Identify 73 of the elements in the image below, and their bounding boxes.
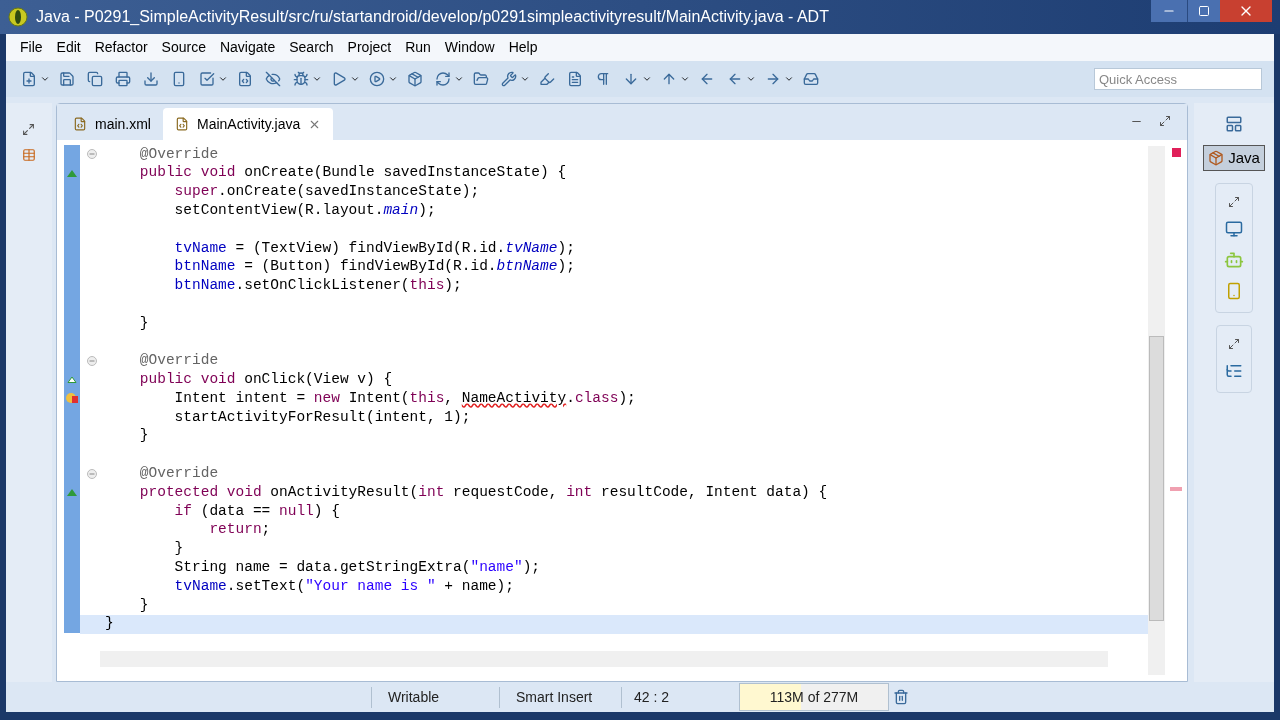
dropdown-caret-icon[interactable]: [312, 74, 322, 84]
dropdown-caret-icon[interactable]: [388, 74, 398, 84]
file-icon: [175, 117, 189, 131]
code-line: }: [104, 614, 114, 634]
menu-item[interactable]: Search: [283, 37, 340, 58]
code-line: btnName = (Button) findViewById(R.id.btnName);: [173, 257, 575, 277]
dropdown-caret-icon[interactable]: [454, 74, 464, 84]
menu-item[interactable]: Source: [155, 37, 212, 58]
menu-item[interactable]: Run: [399, 37, 437, 58]
status-text: Smart Insert: [499, 686, 621, 708]
maximize-icon[interactable]: [1159, 115, 1172, 127]
code-line: startActivityForResult(intent, 1);: [173, 407, 471, 427]
monitor-icon[interactable]: [1225, 220, 1244, 238]
dropdown-caret-icon[interactable]: [40, 74, 50, 84]
dropdown-caret-icon[interactable]: [680, 74, 690, 84]
package-icon: [1208, 150, 1225, 166]
code-line: Intent intent = new Intent(this, NameActivity.class);: [173, 388, 636, 408]
dropdown-caret-icon[interactable]: [642, 74, 652, 84]
code-line: if (data == null) {: [173, 501, 340, 521]
maximize-icon: [1198, 5, 1210, 17]
maximize-button[interactable]: [1187, 0, 1220, 22]
status-text: Writable: [371, 686, 499, 708]
code-line: protected void onActivityResult(int requestCode, int resultCode, Intent data) {: [138, 482, 828, 502]
code-line: public void onCreate(Bundle savedInstanceState) {: [138, 163, 567, 183]
menu-item[interactable]: File: [14, 37, 49, 58]
editor-tab[interactable]: MainActivity.java: [163, 108, 334, 140]
quick-access-field[interactable]: Quick Access: [1094, 68, 1262, 90]
editor-tab[interactable]: main.xml: [60, 108, 163, 140]
outline-icon[interactable]: [1225, 362, 1244, 380]
error-marker-icon: [65, 392, 78, 405]
overview-marker: [1170, 487, 1183, 491]
code-line: btnName.setOnClickListener(this);: [173, 276, 462, 296]
code-line: @Override: [138, 351, 219, 371]
code-line: String name = data.getStringExtra("name");: [173, 558, 541, 578]
code-line: public void onClick(View v) {: [138, 370, 393, 390]
vertical-scrollbar[interactable]: [1148, 146, 1166, 675]
file-icon: [72, 117, 87, 131]
code-line: }: [138, 426, 149, 446]
code-line: @Override: [138, 464, 219, 484]
code-line: super.onCreate(savedInstanceState);: [173, 182, 480, 202]
dropdown-caret-icon[interactable]: [784, 74, 794, 84]
menu-item[interactable]: Edit: [50, 37, 87, 58]
restore-icon[interactable]: [1228, 338, 1241, 350]
code-line: return;: [208, 520, 271, 540]
restore-icon[interactable]: [22, 123, 36, 136]
code-line: }: [138, 595, 149, 615]
code-line: }: [173, 539, 184, 559]
override-marker-icon: [66, 488, 77, 496]
dropdown-caret-icon[interactable]: [520, 74, 530, 84]
memory-reading: 113M of 277M: [769, 687, 859, 707]
dropdown-caret-icon[interactable]: [746, 74, 756, 84]
restore-icon[interactable]: [1228, 196, 1241, 208]
menu-item[interactable]: Help: [502, 37, 544, 58]
scroll-thumb[interactable]: [1149, 336, 1165, 621]
window-title: Java - P0291_SimpleActivityResult/src/ru/startandroid/develop/p0291simpleactivityresult/MainActivity.java - ADT: [36, 7, 830, 27]
menu-item[interactable]: Refactor: [88, 37, 154, 58]
open-perspective-icon[interactable]: [1225, 115, 1244, 133]
app-logo-icon: [8, 7, 28, 27]
code-line: }: [138, 313, 149, 333]
menu-item[interactable]: Project: [341, 37, 398, 58]
garbage-collect-icon[interactable]: [893, 689, 909, 705]
implements-marker-icon: [66, 376, 77, 384]
code-line: setContentView(R.layout.main);: [173, 200, 436, 220]
java-perspective-button[interactable]: Java: [1203, 145, 1265, 171]
menu-item[interactable]: Window: [438, 37, 501, 58]
code-line: tvName = (TextView) findViewById(R.id.tvName);: [173, 238, 575, 258]
error-overview-icon: [1171, 148, 1181, 157]
dropdown-caret-icon[interactable]: [350, 74, 360, 84]
code-line: tvName.setText("Your name is " + name);: [173, 576, 514, 596]
override-marker-icon: [66, 169, 77, 177]
dropdown-caret-icon[interactable]: [218, 74, 228, 84]
code-line: @Override: [138, 144, 219, 164]
menu-item[interactable]: Navigate: [213, 37, 282, 58]
